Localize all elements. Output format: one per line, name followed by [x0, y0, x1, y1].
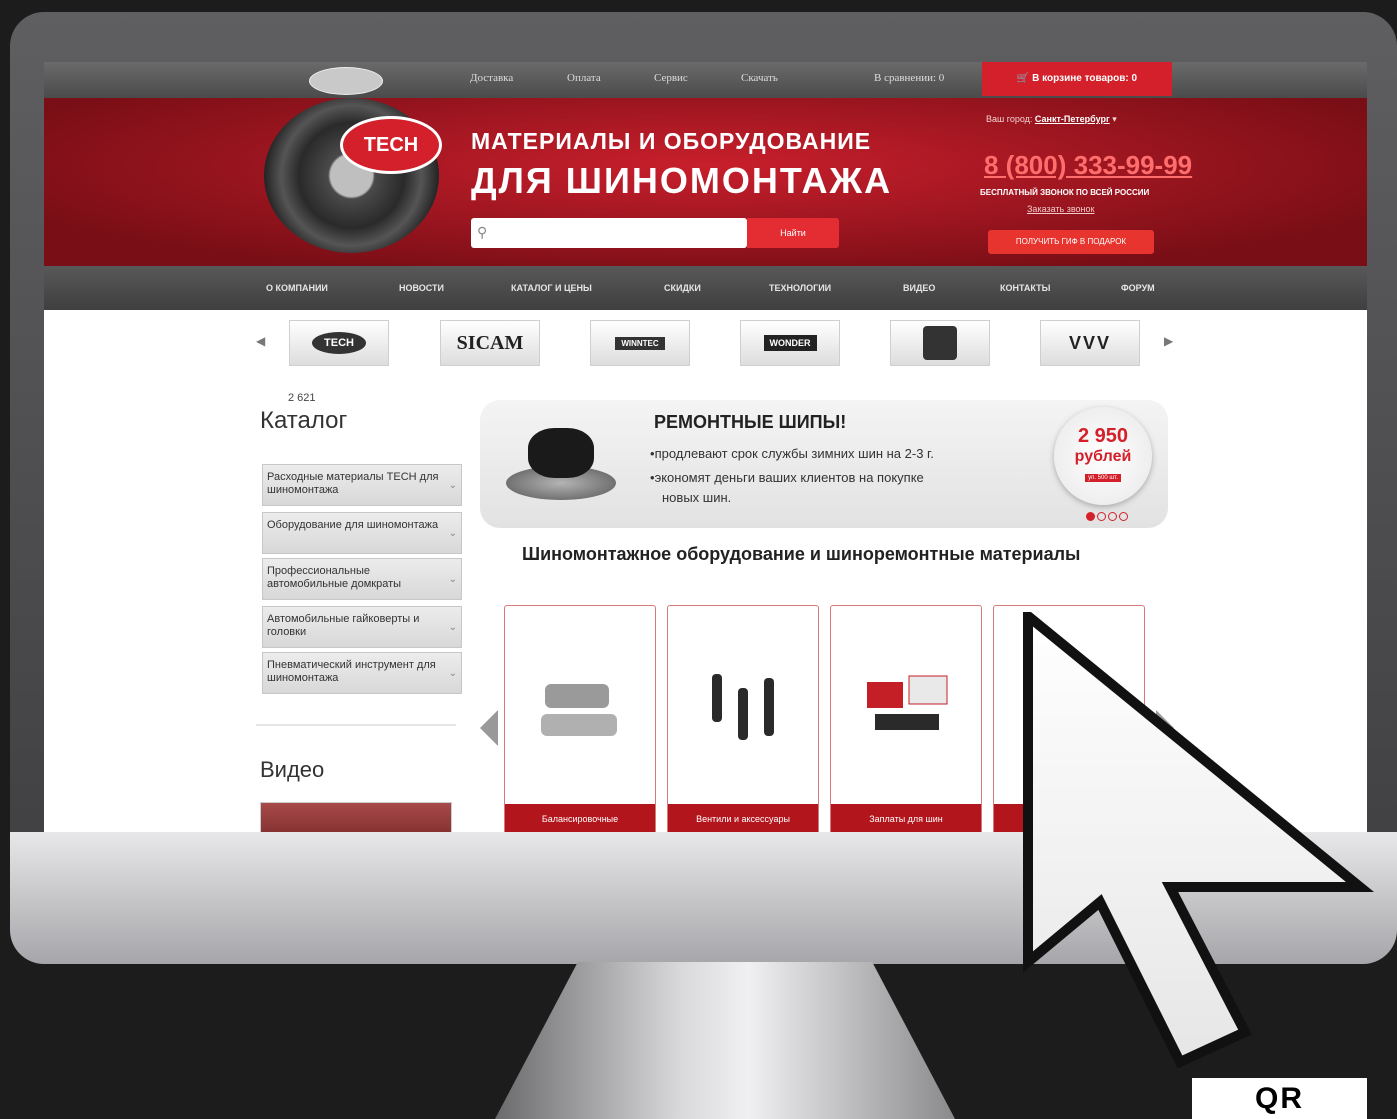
free-call-text: БЕСПЛАТНЫЙ ЗВОНОК ПО ВСЕЙ РОССИИ	[980, 188, 1150, 197]
price-badge: 2 950 рублей уп. 500 шт.	[1054, 407, 1152, 505]
brand-logo[interactable]: WINNTEC	[590, 320, 690, 366]
catalog-item[interactable]: Расходные материалы TECH для шиномонтажа…	[262, 464, 462, 506]
nav-item-technologies[interactable]: ТЕХНОЛОГИИ	[769, 283, 831, 293]
brand-carousel: ◀ TECH SICAM WINNTEC WONDER VVV ▶	[44, 312, 1367, 372]
catalog-item-label: Пневматический инструмент для шиномонтаж…	[267, 659, 436, 684]
video-title: Видео	[260, 757, 325, 782]
price-unit: рублей	[1074, 448, 1132, 465]
brand-logo[interactable]	[890, 320, 990, 366]
brand-label: WONDER	[763, 335, 817, 351]
order-call-link[interactable]: Заказать звонок	[1027, 204, 1094, 214]
brand-logo[interactable]: WONDER	[740, 320, 840, 366]
promo-title: РЕМОНТНЫЕ ШИПЫ!	[654, 412, 847, 432]
city-selector: Ваш город: Санкт-Петербург ▾	[986, 114, 1117, 125]
city-label: Ваш город:	[986, 114, 1033, 124]
cart-label: В корзине товаров: 0	[1032, 73, 1138, 84]
product-card-caption: Вентили и аксессуары	[668, 804, 818, 832]
nav-item-news[interactable]: НОВОСТИ	[399, 283, 444, 293]
device-top	[528, 428, 594, 478]
promo-bullet-text: продлевают срок службы зимних шин на 2-3…	[654, 446, 934, 461]
valves-image	[712, 674, 774, 740]
catalog-item-label: Оборудование для шиномонтажа	[267, 519, 439, 531]
chevron-left-icon[interactable]: ◀	[256, 334, 265, 348]
section-title: Шиномонтажное оборудование и шиноремонтн…	[522, 544, 1081, 564]
chevron-down-icon: ⌄	[448, 622, 457, 633]
cart-button[interactable]: 🛒 В корзине товаров: 0	[982, 62, 1172, 96]
price-value: 2 950	[1077, 425, 1129, 447]
search-input[interactable]: ⚲	[471, 218, 747, 248]
link-download[interactable]: Скачать	[741, 72, 778, 84]
top-bar: Доставка Оплата Сервис Скачать В сравнен…	[44, 62, 1367, 98]
main-nav: О КОМПАНИИ НОВОСТИ КАТАЛОГ И ЦЕНЫ СКИДКИ…	[44, 266, 1367, 310]
catalog-count: 2 621	[288, 392, 316, 404]
compare-counter[interactable]: В сравнении: 0	[874, 72, 944, 84]
chevron-down-icon: ⌄	[448, 480, 457, 491]
catalog-item[interactable]: Оборудование для шиномонтажа ⌄	[262, 512, 462, 554]
slider-dot[interactable]	[1097, 512, 1106, 521]
balance-weights-image	[541, 684, 617, 736]
chevron-down-icon[interactable]: ▾	[1112, 114, 1117, 124]
slider-dots	[1086, 508, 1130, 526]
brand-label: WINNTEC	[615, 336, 665, 350]
city-value[interactable]: Санкт-Петербург	[1035, 114, 1110, 124]
chevron-down-icon: ⌄	[448, 528, 457, 539]
brand-label: TECH	[312, 332, 366, 354]
video-thumbnail[interactable]	[260, 802, 452, 832]
product-card-caption: Заплаты для шин	[831, 804, 981, 832]
search-button[interactable]: Найти	[747, 218, 839, 248]
promo-bullet-text: экономят деньги ваших клиентов на покупк…	[654, 470, 924, 485]
catalog-item-label: Профессиональные автомобильные домкраты	[267, 565, 402, 590]
carousel-prev-icon[interactable]	[480, 710, 498, 746]
sidebar-divider	[256, 724, 456, 726]
nav-item-catalog[interactable]: КАТАЛОГ И ЦЕНЫ	[511, 283, 592, 293]
nav-item-video[interactable]: ВИДЕО	[903, 283, 935, 293]
catalog-item-label: Расходные материалы TECH для шиномонтажа	[267, 471, 439, 496]
tech-logo[interactable]: TECH	[340, 116, 442, 174]
patches-image	[867, 675, 948, 730]
header-title-line1: МАТЕРИАЛЫ И ОБОРУДОВАНИЕ	[471, 128, 872, 154]
qr-code-icon: QR	[1192, 1078, 1367, 1119]
brand-logo-icon[interactable]	[309, 67, 383, 95]
monitor-stand	[495, 962, 955, 1119]
nav-item-about[interactable]: О КОМПАНИИ	[266, 283, 328, 293]
slider-dot[interactable]	[1086, 512, 1095, 521]
nav-item-forum[interactable]: ФОРУМ	[1121, 283, 1155, 293]
catalog-item-label: Автомобильные гайковерты и головки	[267, 613, 420, 638]
price-note: уп. 500 шт.	[1085, 474, 1121, 482]
product-card[interactable]: Заплаты для шин	[830, 605, 982, 832]
gift-button[interactable]: ПОЛУЧИТЬ ГИФ В ПОДАРОК	[988, 230, 1154, 254]
link-payment[interactable]: Оплата	[567, 72, 601, 84]
catalog-item[interactable]: Автомобильные гайковерты и головки ⌄	[262, 606, 462, 648]
search-icon: ⚲	[477, 224, 488, 240]
product-card[interactable]: Балансировочные	[504, 605, 656, 832]
nav-item-contacts[interactable]: КОНТАКТЫ	[1000, 283, 1050, 293]
repair-stud-image	[506, 422, 616, 500]
chevron-down-icon: ⌄	[448, 574, 457, 585]
chevron-right-icon[interactable]: ▶	[1164, 334, 1173, 348]
header-title-line2: ДЛЯ ШИНОМОНТАЖА	[471, 160, 893, 201]
chevron-down-icon: ⌄	[448, 668, 457, 679]
product-card-caption: Балансировочные	[505, 804, 655, 832]
mouse-cursor-icon	[1023, 612, 1375, 1069]
promo-bullet: •продлевают срок службы зимних шин на 2-…	[650, 446, 934, 461]
promo-bullet-cont: новых шин.	[662, 490, 732, 505]
slider-dot[interactable]	[1108, 512, 1117, 521]
catalog-item[interactable]: Пневматический инструмент для шиномонтаж…	[262, 652, 462, 694]
promo-bullet: •экономят деньги ваших клиентов на покуп…	[650, 470, 924, 485]
nav-item-discounts[interactable]: СКИДКИ	[664, 283, 701, 293]
catalog-title: Каталог	[260, 407, 348, 434]
link-delivery[interactable]: Доставка	[470, 72, 513, 84]
brand-emblem-icon	[923, 326, 957, 360]
product-card[interactable]: Вентили и аксессуары	[667, 605, 819, 832]
link-service[interactable]: Сервис	[654, 72, 688, 84]
catalog-item[interactable]: Профессиональные автомобильные домкраты …	[262, 558, 462, 600]
cart-icon: 🛒	[1016, 73, 1030, 84]
header-banner: TECH МАТЕРИАЛЫ И ОБОРУДОВАНИЕ ДЛЯ ШИНОМО…	[44, 98, 1367, 266]
brand-logo[interactable]: SICAM	[440, 320, 540, 366]
brand-logo[interactable]: TECH	[289, 320, 389, 366]
brand-logo[interactable]: VVV	[1040, 320, 1140, 366]
phone-number[interactable]: 8 (800) 333-99-99	[984, 150, 1192, 181]
slider-dot[interactable]	[1119, 512, 1128, 521]
